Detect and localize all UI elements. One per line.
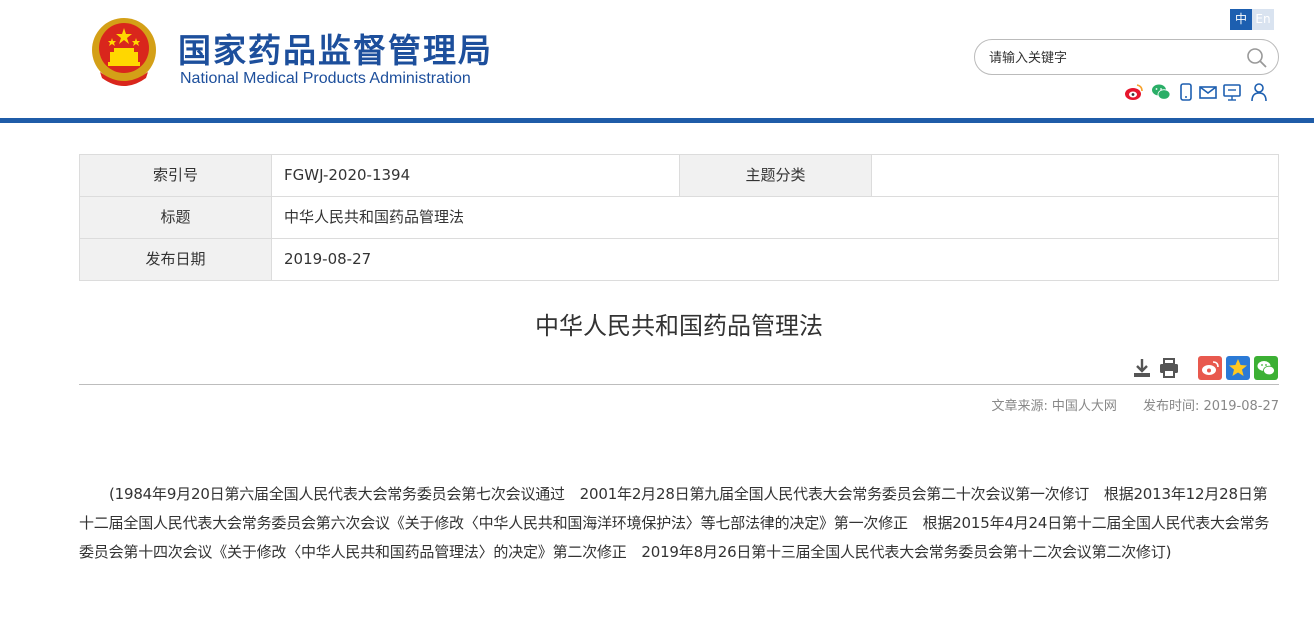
article-title: 中华人民共和国药品管理法 [535, 312, 823, 340]
table-row: 标题 中华人民共和国药品管理法 [80, 197, 1278, 239]
publish-date-value: 2019-08-27 [284, 250, 372, 268]
article-body: (1984年9月20日第六届全国人民代表大会常务委员会第七次会议通过 2001年… [79, 485, 1270, 561]
document-info-table: 索引号 FGWJ-2020-1394 主题分类 标题 中华人民共和国药品管理法 … [79, 154, 1279, 281]
title-label: 标题 [80, 197, 271, 238]
search-input[interactable] [989, 48, 1239, 68]
weibo-icon[interactable] [1124, 82, 1144, 102]
article-divider [79, 384, 1279, 385]
share-weibo-icon[interactable] [1198, 356, 1222, 380]
message-board-icon[interactable] [1222, 82, 1242, 102]
national-emblem-logo[interactable] [90, 16, 158, 88]
download-icon[interactable] [1130, 356, 1154, 380]
lang-chinese-button[interactable]: 中 [1230, 9, 1252, 30]
source-label: 文章来源: [991, 399, 1048, 414]
topic-category-value [872, 155, 1278, 196]
title-value: 中华人民共和国药品管理法 [284, 208, 465, 226]
site-title-cn[interactable]: 国家药品监督管理局 [178, 24, 493, 72]
index-number-label: 索引号 [80, 155, 271, 196]
publish-time-value: 2019-08-27 [1203, 399, 1279, 414]
table-row: 发布日期 2019-08-27 [80, 239, 1278, 281]
source-value: 中国人大网 [1051, 399, 1117, 414]
site-title-en[interactable]: National Medical Products Administration [180, 70, 471, 88]
publish-time-label: 发布时间: [1143, 399, 1200, 414]
user-icon[interactable] [1249, 82, 1269, 102]
mobile-icon[interactable] [1176, 82, 1196, 102]
publish-date-label: 发布日期 [80, 239, 271, 280]
site-header: 国家药品监督管理局 National Medical Products Admi… [0, 0, 1314, 118]
lang-english-button[interactable]: En [1252, 9, 1274, 30]
article-source-line: 文章来源: 中国人大网 发布时间: 2019-08-27 [988, 395, 1280, 414]
mail-icon[interactable] [1198, 82, 1218, 102]
share-qzone-icon[interactable] [1226, 356, 1250, 380]
share-wechat-icon[interactable] [1254, 356, 1278, 380]
topic-category-label: 主题分类 [680, 155, 871, 196]
index-number-value: FGWJ-2020-1394 [284, 166, 411, 184]
search-box [974, 39, 1279, 75]
print-icon[interactable] [1157, 356, 1181, 380]
search-icon[interactable] [1246, 47, 1268, 69]
wechat-icon[interactable] [1151, 82, 1171, 102]
table-row: 索引号 FGWJ-2020-1394 主题分类 [80, 155, 1278, 197]
header-divider-bar [0, 118, 1314, 123]
